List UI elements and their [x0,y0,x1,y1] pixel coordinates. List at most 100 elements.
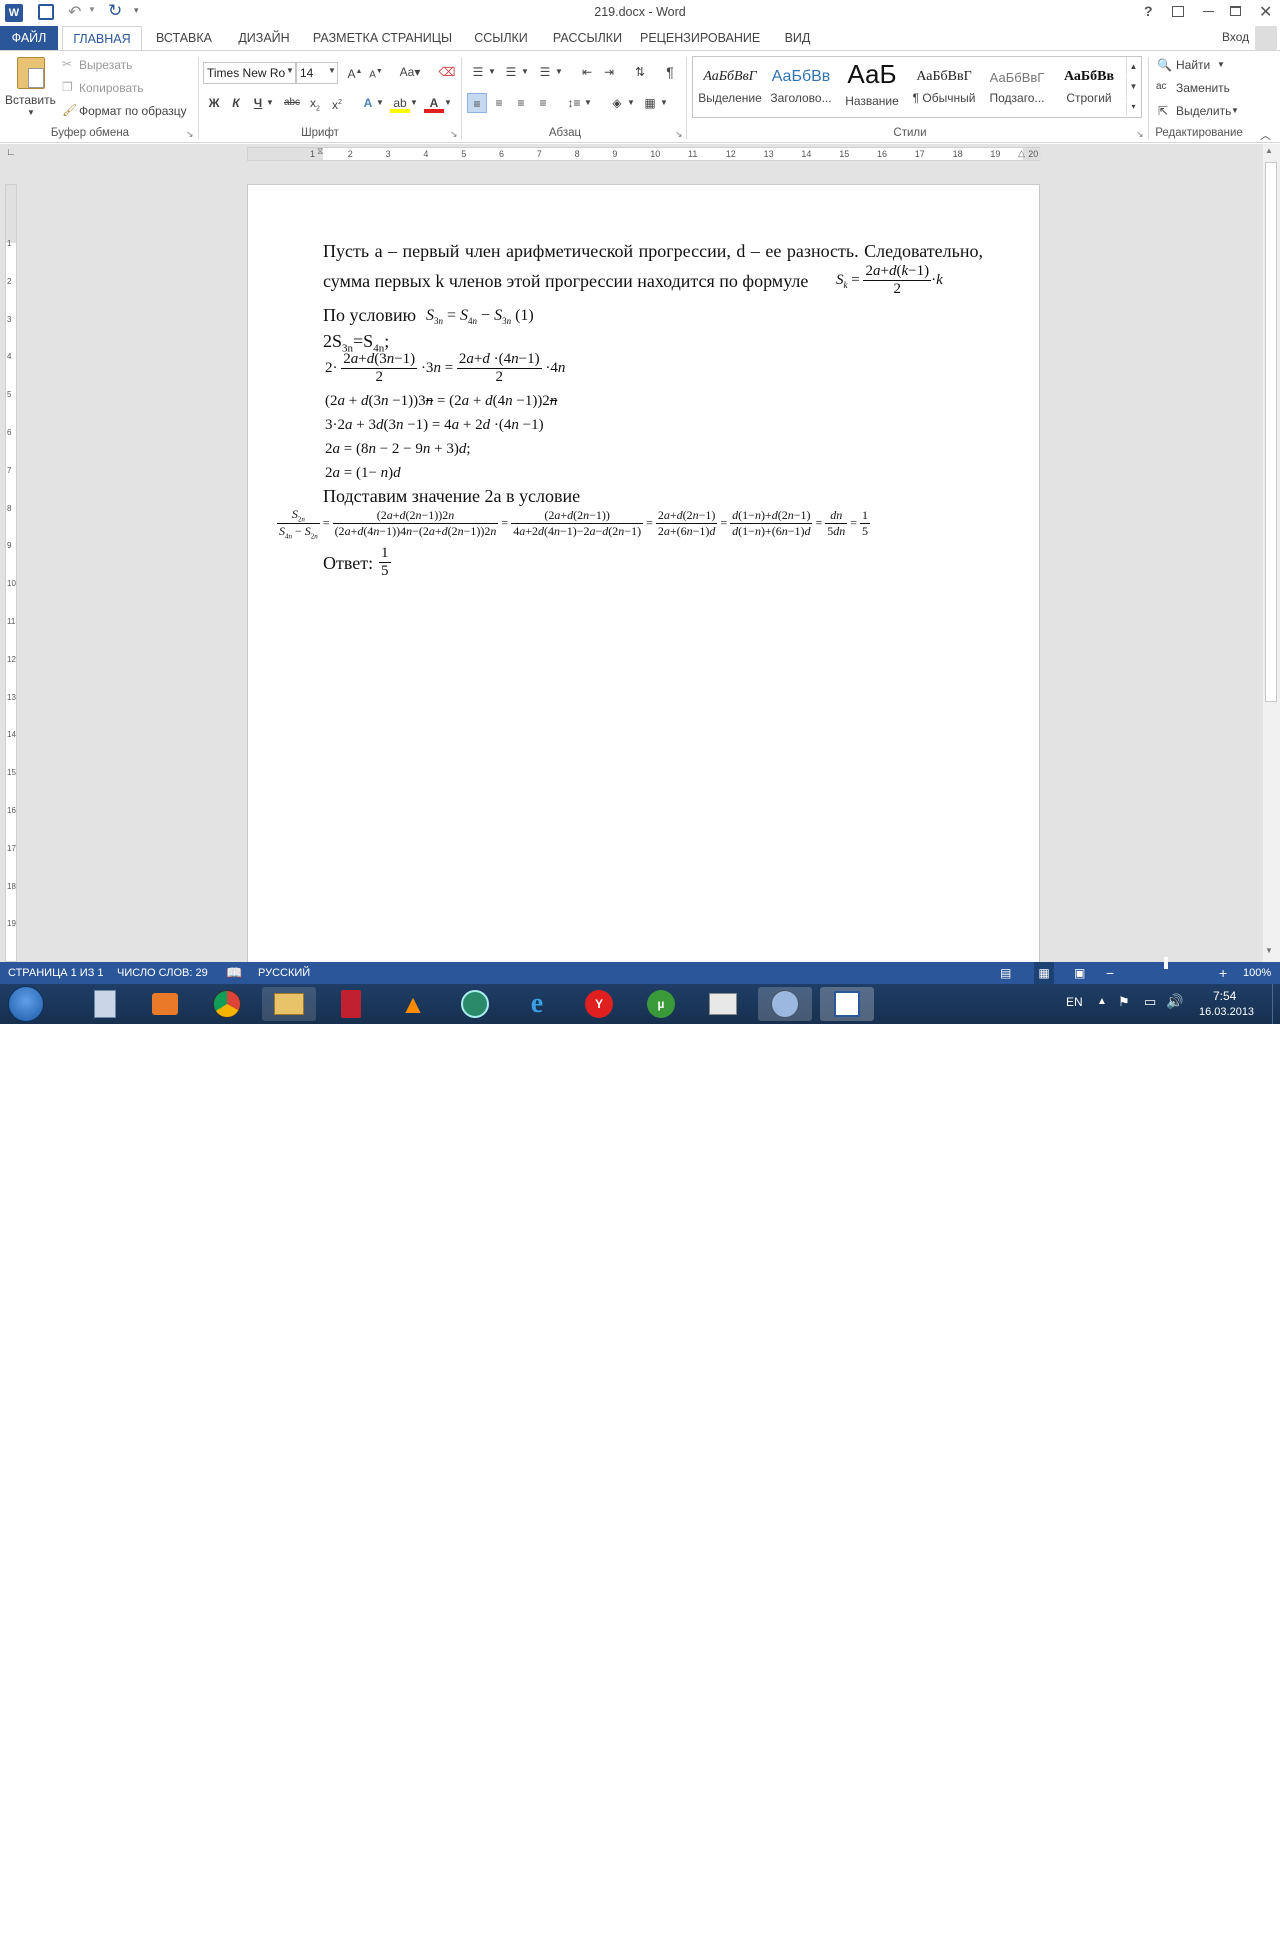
superscript-icon[interactable]: x2 [327,93,347,113]
line-spacing-dropdown-icon[interactable]: ▼ [582,93,594,113]
replace-button[interactable]: Заменить [1176,81,1230,95]
proofing-icon[interactable]: 📖 [226,962,242,984]
font-launcher-icon[interactable]: ↘ [450,129,458,140]
subscript-icon[interactable]: x2 [305,93,325,113]
language[interactable]: РУССКИЙ [258,962,310,984]
close-icon[interactable]: ✕ [1259,2,1272,22]
styles-scroll-down-icon[interactable]: ▼ [1126,77,1140,96]
zoom-slider-thumb[interactable] [1164,957,1168,969]
tab-selector-icon[interactable]: ∟ [6,147,16,158]
text-effects-dropdown-icon[interactable]: ▼ [374,93,386,113]
show-desktop-button[interactable] [1272,984,1280,1024]
show-marks-icon[interactable]: ¶ [660,62,680,82]
scroll-up-icon[interactable]: ▲ [1265,146,1273,155]
paste-dropdown-icon[interactable]: ▼ [27,108,35,117]
multilevel-dropdown-icon[interactable]: ▼ [553,62,565,82]
italic-icon[interactable]: К [226,93,246,113]
highlight-icon[interactable]: ab [390,93,410,113]
borders-icon[interactable]: ▦ [640,93,660,113]
font-name-dropdown-icon[interactable]: ▼ [286,66,294,75]
shading-icon[interactable]: ◈ [607,93,627,113]
page-count[interactable]: СТРАНИЦА 1 ИЗ 1 [8,962,104,984]
styles-launcher-icon[interactable]: ↘ [1136,129,1144,140]
tab-file[interactable]: ФАЙЛ [0,26,58,50]
internet-explorer-icon[interactable]: e [510,987,564,1021]
decrease-indent-icon[interactable]: ⇤ [577,62,597,82]
style-subtitle[interactable]: АаБбВвГ Подзаго... [982,59,1052,115]
style-title[interactable]: АаБ Название [838,59,906,115]
sort-icon[interactable]: ⇅ [630,62,650,82]
tab-insert[interactable]: ВСТАВКА [148,26,220,50]
tab-references[interactable]: ССЫЛКИ [467,26,535,50]
align-center-icon[interactable]: ≡ [489,93,509,113]
avatar[interactable] [1255,26,1277,50]
collapse-ribbon-icon[interactable]: ︿ [1260,127,1271,143]
style-emphasis[interactable]: АаБбВвГ Выделение [695,59,765,115]
replace-icon[interactable]: ac [1156,81,1167,92]
select-dropdown-icon[interactable]: ▼ [1231,106,1239,115]
document-page[interactable]: Пусть a – первый член арифметической про… [247,184,1040,964]
select-icon[interactable]: ⇱ [1158,104,1168,118]
right-indent-icon[interactable]: △ [1018,148,1025,159]
sign-in-link[interactable]: Вход [1222,30,1249,44]
download-manager-icon[interactable] [448,987,502,1021]
vlc-icon[interactable]: ▲ [386,987,440,1021]
numbering-icon[interactable]: ☰ [501,62,521,82]
font-name-combo[interactable]: Times New Ro [203,62,296,84]
indent-marker-icon[interactable]: ⧖ [317,146,323,157]
calculator-icon[interactable] [78,987,132,1021]
zoom-out-icon[interactable]: − [1106,962,1114,984]
utorrent-icon[interactable]: µ [634,987,688,1021]
web-layout-icon[interactable]: ▣ [1074,962,1085,984]
grow-font-icon[interactable]: A▲ [345,62,365,82]
styles-scroll-up-icon[interactable]: ▲ [1126,57,1140,76]
find-dropdown-icon[interactable]: ▼ [1217,60,1225,69]
maximize-icon[interactable] [1230,6,1241,16]
zoom-in-icon[interactable]: + [1219,962,1227,984]
paste-button[interactable]: Вставить [5,93,56,107]
media-player-icon[interactable] [138,987,192,1021]
network-icon[interactable]: ▭ [1144,994,1156,1010]
style-heading[interactable]: АаБбВв Заголово... [766,59,836,115]
increase-indent-icon[interactable]: ⇥ [599,62,619,82]
style-strong[interactable]: АаБбВв Строгий [1054,59,1124,115]
tab-view[interactable]: ВИД [775,26,820,50]
cut-icon[interactable]: ✂ [62,57,72,71]
clipboard-launcher-icon[interactable]: ↘ [186,129,194,140]
tab-home[interactable]: ГЛАВНАЯ [62,26,142,51]
borders-dropdown-icon[interactable]: ▼ [658,93,670,113]
tab-mailings[interactable]: РАССЫЛКИ [545,26,630,50]
tab-review[interactable]: РЕЦЕНЗИРОВАНИЕ [640,26,760,50]
minimize-icon[interactable] [1203,11,1214,12]
justify-icon[interactable]: ≡ [533,93,553,113]
font-color-icon[interactable]: A [424,93,444,113]
bold-icon[interactable]: Ж [204,93,224,113]
yandex-browser-icon[interactable]: Y [572,987,626,1021]
shrink-font-icon[interactable]: A▼ [366,62,386,82]
file-explorer-icon[interactable] [262,987,316,1021]
highlight-dropdown-icon[interactable]: ▼ [408,93,420,113]
format-painter-icon[interactable]: 🖌 [62,103,77,117]
shading-dropdown-icon[interactable]: ▼ [625,93,637,113]
start-button[interactable] [8,986,44,1022]
tray-expand-icon[interactable]: ▲ [1097,996,1107,1007]
copy-button[interactable]: Копировать [79,81,144,95]
word-taskbar-icon[interactable] [820,987,874,1021]
select-button[interactable]: Выделить [1176,104,1231,118]
zoom-level[interactable]: 100% [1243,962,1271,984]
font-size-dropdown-icon[interactable]: ▼ [328,66,336,75]
strikethrough-icon[interactable]: abc [281,93,303,113]
align-right-icon[interactable]: ≡ [511,93,531,113]
chrome-icon[interactable] [200,987,254,1021]
browser-icon[interactable] [758,987,812,1021]
word-count[interactable]: ЧИСЛО СЛОВ: 29 [117,962,208,984]
presentation-app-icon[interactable] [696,987,750,1021]
font-color-dropdown-icon[interactable]: ▼ [442,93,454,113]
scroll-thumb[interactable] [1265,162,1277,702]
help-icon[interactable]: ? [1144,3,1153,19]
tab-design[interactable]: ДИЗАЙН [228,26,300,50]
numbering-dropdown-icon[interactable]: ▼ [519,62,531,82]
paste-icon[interactable] [17,57,45,89]
format-painter-button[interactable]: Формат по образцу [79,104,187,118]
ribbon-display-options-icon[interactable] [1172,6,1184,17]
